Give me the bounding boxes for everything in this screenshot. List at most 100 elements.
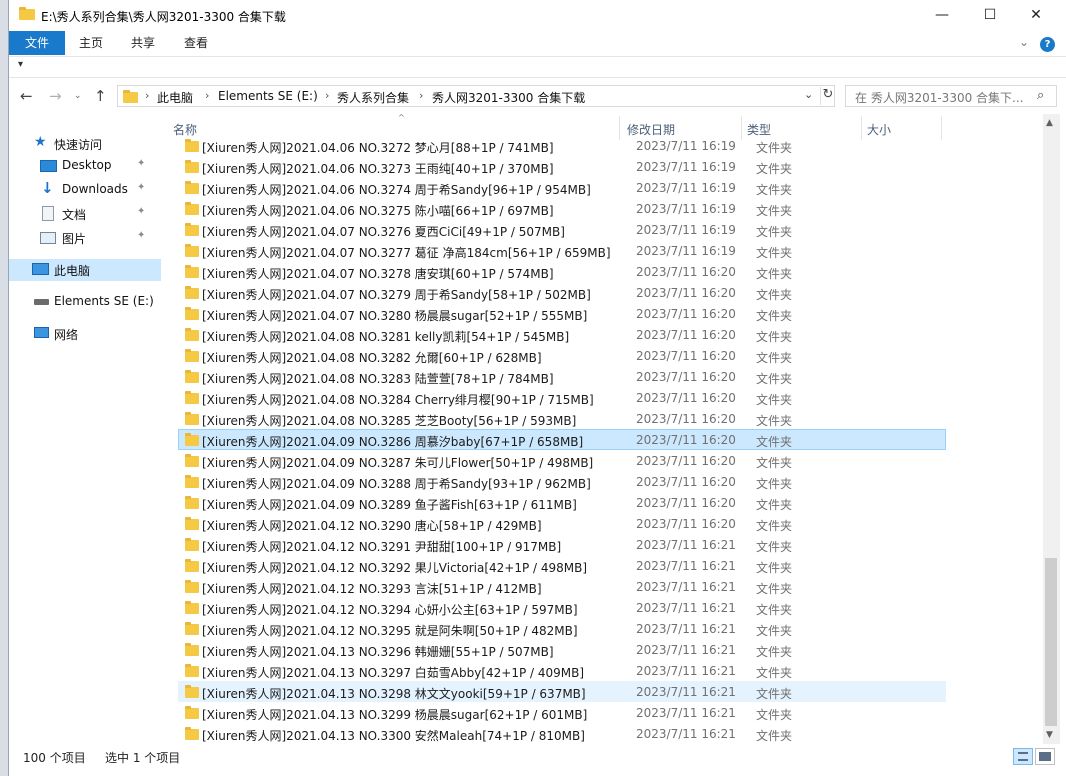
breadcrumb-separator[interactable]: › [205,89,209,102]
table-row[interactable]: [Xiuren秀人网]2021.04.13 NO.3298 林文文yooki[5… [178,681,946,702]
modified-date: 2023/7/11 16:20 [636,370,736,384]
file-type: 文件夹 [756,708,793,722]
table-row[interactable]: [Xiuren秀人网]2021.04.09 NO.3288 周于希Sandy[9… [178,471,946,492]
file-type: 文件夹 [756,666,793,680]
close-button[interactable]: ✕ [1013,0,1059,30]
tab-share[interactable]: 共享 [117,31,169,55]
help-icon[interactable]: ? [1040,37,1055,52]
tab-view[interactable]: 查看 [170,31,222,55]
table-row[interactable]: [Xiuren秀人网]2021.04.12 NO.3292 果儿Victoria… [178,555,946,576]
folder-icon [185,664,199,677]
up-button[interactable]: ↑ [94,87,107,105]
address-bar[interactable]: › 此电脑 › Elements SE (E:) › 秀人系列合集 › 秀人网3… [117,85,835,107]
modified-date: 2023/7/11 16:20 [636,307,736,321]
table-row[interactable]: [Xiuren秀人网]2021.04.08 NO.3283 陆萱萱[78+1P … [178,366,946,387]
scroll-up-icon[interactable]: ▲ [1046,118,1053,128]
minimize-button[interactable]: — [919,0,965,30]
table-row[interactable]: [Xiuren秀人网]2021.04.09 NO.3289 鱼子酱Fish[63… [178,492,946,513]
vertical-scrollbar[interactable]: ▲ ▼ [1043,114,1060,744]
sidebar-item-desktop[interactable]: Desktop ✦ [9,155,161,177]
file-list: [Xiuren秀人网]2021.04.06 NO.3272 梦心月[88+1P … [161,135,1051,745]
breadcrumb-series-folder[interactable]: 秀人系列合集 [337,89,409,106]
maximize-button[interactable]: ☐ [967,0,1013,30]
back-button[interactable]: ← [20,87,33,105]
table-row[interactable]: [Xiuren秀人网]2021.04.08 NO.3284 Cherry绯月樱[… [178,387,946,408]
breadcrumb-separator[interactable]: › [145,89,149,102]
file-name: [Xiuren秀人网]2021.04.09 NO.3288 周于希Sandy[9… [202,477,591,491]
scroll-down-icon[interactable]: ▼ [1046,730,1053,740]
file-name: [Xiuren秀人网]2021.04.13 NO.3299 杨晨晨sugar[6… [202,708,588,722]
search-box[interactable]: 在 秀人网3201-3300 合集下... ⌕ [845,85,1057,107]
table-row[interactable]: [Xiuren秀人网]2021.04.07 NO.3278 唐安琪[60+1P … [178,261,946,282]
table-row[interactable]: [Xiuren秀人网]2021.04.13 NO.3296 韩姗姗[55+1P … [178,639,946,660]
file-name: [Xiuren秀人网]2021.04.12 NO.3292 果儿Victoria… [202,561,588,575]
breadcrumb-separator[interactable]: › [419,89,423,102]
file-type: 文件夹 [756,372,793,386]
modified-date: 2023/7/11 16:21 [636,643,736,657]
table-row[interactable]: [Xiuren秀人网]2021.04.07 NO.3279 周于希Sandy[5… [178,282,946,303]
breadcrumb-separator[interactable]: › [325,89,329,102]
tab-home[interactable]: 主页 [65,31,117,55]
table-row[interactable]: [Xiuren秀人网]2021.04.07 NO.3280 杨晨晨sugar[5… [178,303,946,324]
modified-date: 2023/7/11 16:19 [636,181,736,195]
details-view-button[interactable] [1013,748,1033,765]
table-row[interactable]: [Xiuren秀人网]2021.04.12 NO.3293 言沫[51+1P /… [178,576,946,597]
expand-ribbon-icon[interactable]: ⌄ [1019,35,1029,49]
table-row[interactable]: [Xiuren秀人网]2021.04.13 NO.3299 杨晨晨sugar[6… [178,702,946,723]
breadcrumb-current-folder[interactable]: 秀人网3201-3300 合集下载 [432,89,585,106]
file-type: 文件夹 [756,267,793,281]
table-row[interactable]: [Xiuren秀人网]2021.04.12 NO.3294 心妍小公主[63+1… [178,597,946,618]
table-row[interactable]: [Xiuren秀人网]2021.04.06 NO.3273 王雨纯[40+1P … [178,156,946,177]
search-icon[interactable]: ⌕ [1037,88,1044,103]
file-name: [Xiuren秀人网]2021.04.07 NO.3279 周于希Sandy[5… [202,288,591,302]
file-name: [Xiuren秀人网]2021.04.09 NO.3286 周慕汐baby[67… [202,435,584,449]
sidebar-item-quick-access[interactable]: ★ 快速访问 [9,133,161,155]
table-row[interactable]: [Xiuren秀人网]2021.04.09 NO.3286 周慕汐baby[67… [178,429,946,450]
table-row[interactable]: [Xiuren秀人网]2021.04.07 NO.3276 夏西CiCi[49+… [178,219,946,240]
table-row[interactable]: [Xiuren秀人网]2021.04.12 NO.3295 就是阿朱啊[50+1… [178,618,946,639]
table-row[interactable]: [Xiuren秀人网]2021.04.13 NO.3297 白茹雪Abby[42… [178,660,946,681]
breadcrumb-drive[interactable]: Elements SE (E:) [218,89,318,103]
table-row[interactable]: [Xiuren秀人网]2021.04.08 NO.3282 允爾[60+1P /… [178,345,946,366]
table-row[interactable]: [Xiuren秀人网]2021.04.08 NO.3281 kelly凯莉[54… [178,324,946,345]
scrollbar-thumb[interactable] [1045,558,1057,726]
table-row[interactable]: [Xiuren秀人网]2021.04.07 NO.3277 葛征 净高184cm… [178,240,946,261]
folder-icon [185,433,199,446]
table-row[interactable]: [Xiuren秀人网]2021.04.06 NO.3274 周于希Sandy[9… [178,177,946,198]
recent-locations-icon[interactable]: ⌄ [74,91,82,101]
refresh-icon[interactable]: ↻ [820,87,835,105]
modified-date: 2023/7/11 16:19 [636,160,736,174]
file-name: [Xiuren秀人网]2021.04.08 NO.3282 允爾[60+1P /… [202,351,542,365]
folder-icon [185,370,199,383]
sidebar-item-documents[interactable]: 文档 ✦ [9,203,161,225]
table-row[interactable]: [Xiuren秀人网]2021.04.12 NO.3290 唐心[58+1P /… [178,513,946,534]
file-type: 文件夹 [756,246,793,260]
table-row[interactable]: [Xiuren秀人网]2021.04.12 NO.3291 尹甜甜[100+1P… [178,534,946,555]
tab-file[interactable]: 文件 [9,31,65,55]
file-type: 文件夹 [756,141,793,155]
folder-icon [185,265,199,278]
window-title: E:\秀人系列合集\秀人网3201-3300 合集下载 [41,10,286,24]
address-history-icon[interactable]: ⌄ [804,88,813,101]
file-type: 文件夹 [756,414,793,428]
folder-icon [185,475,199,488]
table-row[interactable]: [Xiuren秀人网]2021.04.06 NO.3272 梦心月[88+1P … [178,135,946,156]
file-type: 文件夹 [756,288,793,302]
large-icons-view-button[interactable] [1035,748,1055,765]
search-input[interactable]: 在 秀人网3201-3300 合集下... [855,89,1023,106]
sidebar-item-downloads[interactable]: ↓ Downloads ✦ [9,179,161,201]
table-row[interactable]: [Xiuren秀人网]2021.04.09 NO.3287 朱可儿Flower[… [178,450,946,471]
sidebar-item-this-pc[interactable]: 此电脑 [9,259,161,281]
table-row[interactable]: [Xiuren秀人网]2021.04.08 NO.3285 芝芝Booty[56… [178,408,946,429]
sidebar-item-network[interactable]: 网络 [9,323,161,345]
sidebar-item-drive[interactable]: Elements SE (E:) [9,291,161,313]
table-row[interactable]: [Xiuren秀人网]2021.04.13 NO.3300 安然Maleah[7… [178,723,946,744]
table-row[interactable]: [Xiuren秀人网]2021.04.06 NO.3275 陈小喵[66+1P … [178,198,946,219]
file-type: 文件夹 [756,645,793,659]
computer-icon [32,263,49,275]
sidebar-item-pictures[interactable]: 图片 ✦ [9,227,161,249]
folder-icon [185,160,199,173]
breadcrumb-this-pc[interactable]: 此电脑 [157,89,193,106]
customize-toolbar-icon[interactable]: ▾ [18,59,23,70]
forward-button[interactable]: → [49,87,62,105]
